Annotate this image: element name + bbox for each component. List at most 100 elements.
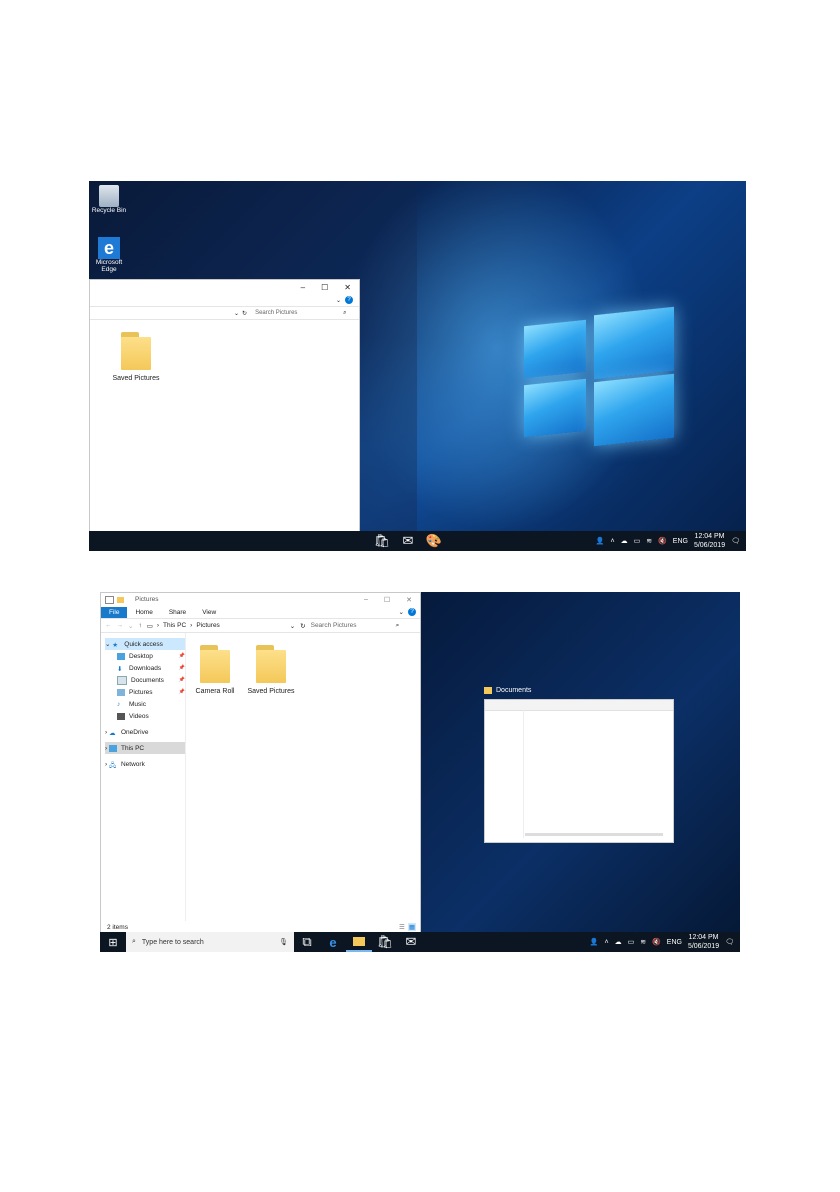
search-input[interactable]: Search Pictures	[255, 310, 343, 316]
clock[interactable]: 12:04 PM 5/06/2019	[694, 532, 725, 550]
folder-icon	[121, 332, 151, 370]
tab-view[interactable]: View	[194, 607, 224, 618]
pc-icon	[108, 744, 117, 752]
ribbon-expand-icon[interactable]: ⌄	[399, 608, 404, 616]
refresh-icon[interactable]: ↻	[300, 622, 305, 630]
language-indicator[interactable]: ENG	[667, 939, 682, 946]
recent-locations-icon[interactable]: ⌄	[128, 622, 133, 630]
expand-icon[interactable]: ›	[105, 729, 107, 736]
snap-preview-title: Documents	[496, 686, 532, 694]
folder-camera-roll[interactable]: Camera Roll	[185, 645, 245, 695]
onedrive-icon[interactable]: ☁	[621, 537, 628, 545]
nav-desktop[interactable]: Desktop 📌	[105, 650, 185, 662]
clock-time: 12:04 PM	[688, 934, 719, 941]
folder-saved-pictures[interactable]: Saved Pictures	[241, 645, 301, 695]
file-explorer-icon[interactable]	[346, 932, 372, 952]
wifi-icon[interactable]: ≋	[646, 537, 652, 545]
details-view-icon[interactable]: ☰	[399, 923, 405, 931]
store-icon[interactable]: 🛍	[369, 531, 395, 551]
nav-downloads[interactable]: ⬇ Downloads 📌	[105, 662, 185, 674]
explorer-window[interactable]: – ☐ ✕ ⌄ ? ⌄ ↻ Search Pictures ⌕ Saved Pi…	[89, 279, 360, 551]
top-screenshot: Recycle Bin e Microsoft Edge – ☐ ✕ ⌄ ? ⌄…	[89, 181, 746, 551]
chevron-up-icon[interactable]: ˄	[604, 939, 608, 946]
nav-this-pc[interactable]: › This PC	[105, 742, 185, 754]
breadcrumb-pictures[interactable]: Pictures	[196, 622, 219, 630]
expand-icon[interactable]: ›	[105, 745, 107, 752]
maximize-button[interactable]: ☐	[384, 596, 390, 604]
clock-date: 5/06/2019	[693, 542, 726, 549]
breadcrumb[interactable]: ▭ › This PC › Pictures	[147, 622, 285, 630]
microphone-icon[interactable]: 🎙	[279, 938, 288, 946]
people-icon[interactable]: 👤	[590, 938, 599, 946]
nav-documents[interactable]: Documents 📌	[105, 674, 185, 686]
taskbar: ⊞ ⌕ Type here to search 🎙 ⧉ e 🛍 ✉ 👤 ˄ ☁ …	[100, 932, 740, 952]
snap-preview-thumbnail	[484, 699, 674, 843]
mail-icon[interactable]: ✉	[395, 531, 421, 551]
help-icon[interactable]: ?	[408, 608, 416, 616]
minimize-button[interactable]: –	[301, 283, 305, 292]
nav-network[interactable]: › 🖧 Network	[105, 758, 185, 770]
ribbon-tabs: File Home Share View ⌄ ?	[101, 606, 420, 618]
store-icon[interactable]: 🛍	[372, 932, 398, 952]
nav-quick-access[interactable]: ⌄ ★ Quick access	[105, 638, 185, 650]
refresh-icon[interactable]: ↻	[242, 310, 247, 317]
paint-icon[interactable]: 🎨	[421, 531, 447, 551]
tab-file[interactable]: File	[101, 606, 128, 618]
address-row: ← → ⌄ ↑ ▭ › This PC › Pictures ⌄ ↻ Searc…	[101, 618, 420, 633]
nav-pictures[interactable]: Pictures 📌	[105, 686, 185, 698]
nav-videos[interactable]: Videos	[105, 710, 185, 722]
people-icon[interactable]: 👤	[596, 537, 605, 545]
large-icons-view-icon[interactable]: ▦	[407, 923, 416, 931]
notifications-icon[interactable]: 🗨	[725, 938, 734, 946]
language-indicator[interactable]: ENG	[673, 538, 688, 545]
title-bar: – ☐ ✕	[90, 280, 359, 294]
notifications-icon[interactable]: 🗨	[731, 537, 740, 545]
folder-icon	[484, 686, 492, 694]
up-icon[interactable]: ↑	[138, 622, 141, 629]
expand-icon[interactable]: ⌄	[105, 640, 110, 648]
help-icon[interactable]: ?	[345, 296, 353, 304]
forward-icon[interactable]: →	[117, 622, 124, 629]
task-view-icon[interactable]: ⧉	[294, 932, 320, 952]
edge-icon[interactable]: e	[320, 932, 346, 952]
chevron-up-icon[interactable]: ˄	[610, 538, 614, 545]
nav-music[interactable]: ♪ Music	[105, 698, 185, 710]
wifi-icon[interactable]: ≋	[640, 938, 646, 946]
edge-label: Microsoft Edge	[95, 259, 123, 273]
search-icon[interactable]: ⌕	[343, 310, 346, 317]
onedrive-icon[interactable]: ☁	[615, 938, 622, 946]
address-dropdown-icon[interactable]: ⌄	[290, 622, 295, 630]
music-icon: ♪	[117, 700, 121, 708]
clock[interactable]: 12:04 PM 5/06/2019	[688, 933, 719, 951]
breadcrumb-this-pc[interactable]: This PC	[163, 622, 186, 630]
recycle-bin-icon[interactable]: Recycle Bin	[89, 185, 129, 214]
nav-onedrive[interactable]: › ☁ OneDrive	[105, 726, 185, 738]
tab-share[interactable]: Share	[161, 607, 194, 618]
nav-label: Desktop	[129, 652, 153, 660]
address-dropdown-icon[interactable]: ⌄	[234, 310, 239, 317]
folder-saved-pictures[interactable]: Saved Pictures	[106, 332, 166, 382]
search-box[interactable]: ⌕ Type here to search 🎙	[126, 932, 294, 952]
quick-access-toolbar-icon[interactable]	[105, 595, 114, 604]
ribbon-expand-icon[interactable]: ⌄	[336, 297, 341, 304]
explorer-window[interactable]: Pictures – ☐ ✕ File Home Share View ⌄ ? …	[100, 592, 421, 934]
search-input[interactable]: Search Pictures	[311, 622, 391, 629]
search-icon[interactable]: ⌕	[396, 622, 400, 630]
clock-time: 12:04 PM	[694, 533, 725, 540]
network-icon: 🖧	[108, 761, 117, 769]
battery-icon[interactable]: ▭	[634, 537, 641, 545]
close-button[interactable]: ✕	[344, 283, 351, 292]
snap-preview[interactable]: Documents	[484, 684, 674, 843]
back-icon[interactable]: ←	[105, 622, 112, 629]
edge-icon[interactable]: e Microsoft Edge	[89, 237, 129, 273]
start-button[interactable]: ⊞	[100, 932, 126, 952]
volume-icon[interactable]: 🔇	[658, 537, 667, 545]
close-button[interactable]: ✕	[406, 596, 412, 604]
mail-icon[interactable]: ✉	[398, 932, 424, 952]
minimize-button[interactable]: –	[364, 596, 368, 604]
volume-icon[interactable]: 🔇	[652, 938, 661, 946]
maximize-button[interactable]: ☐	[321, 283, 328, 292]
tab-home[interactable]: Home	[127, 607, 160, 618]
battery-icon[interactable]: ▭	[628, 938, 635, 946]
expand-icon[interactable]: ›	[105, 761, 107, 768]
